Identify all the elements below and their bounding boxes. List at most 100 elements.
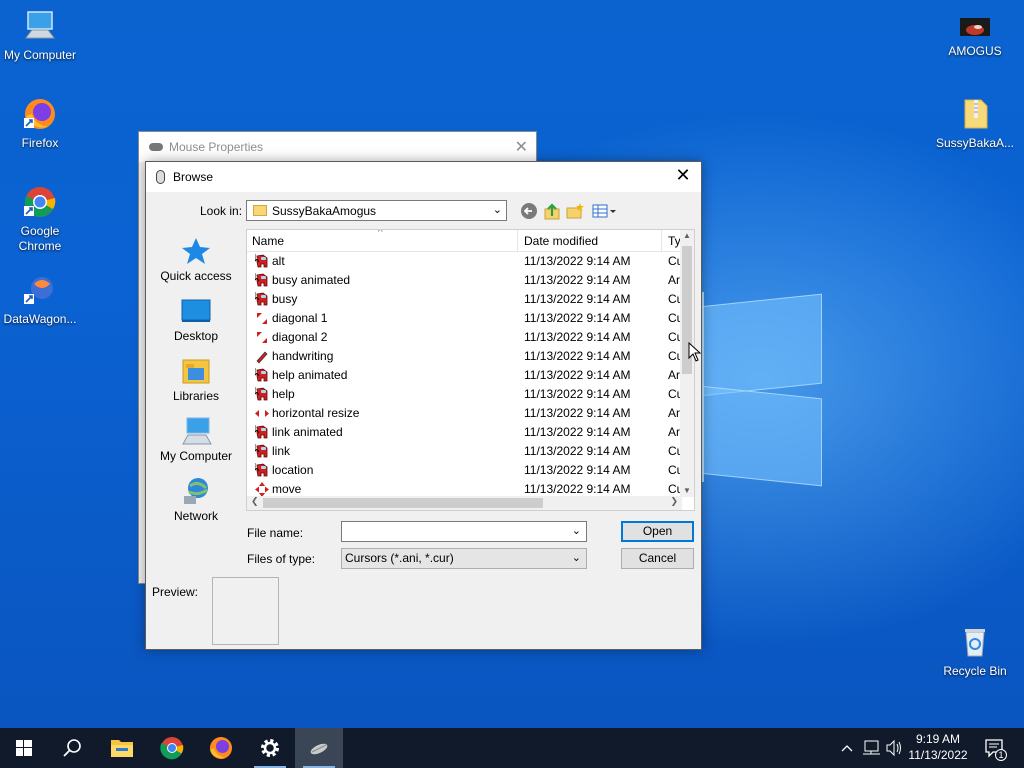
file-date: 11/13/2022 9:14 AM (524, 406, 631, 420)
column-header-name[interactable]: Name (252, 234, 284, 248)
desktop-icon-recycle-bin[interactable]: Recycle Bin (935, 624, 1015, 679)
place-label: Network (173, 509, 218, 523)
network-tray-button[interactable] (860, 728, 882, 768)
recycle-bin-icon (957, 624, 993, 660)
up-folder-button[interactable] (543, 202, 561, 220)
search-button[interactable] (48, 728, 96, 768)
file-name: location (272, 463, 314, 477)
mouse-properties-titlebar[interactable]: Mouse Properties ✕ (139, 132, 536, 162)
file-date: 11/13/2022 9:14 AM (524, 292, 631, 306)
file-list[interactable]: Name ^ Date modified Ty alt 11/13/2022 9:… (246, 229, 695, 511)
file-name: diagonal 2 (272, 330, 328, 344)
preview-pane (212, 577, 279, 645)
notification-badge: 1 (995, 749, 1007, 761)
place-my-computer[interactable]: My Computer (152, 416, 240, 463)
place-libraries[interactable]: Libraries (152, 356, 240, 403)
file-name-input[interactable]: ⌄ (341, 521, 587, 542)
desktop-icon (180, 296, 212, 326)
amogus-cursor-icon (254, 368, 269, 383)
file-row[interactable]: busy animated 11/13/2022 9:14 AM Ar (247, 271, 682, 290)
mouse-properties-taskbar-button[interactable] (295, 728, 343, 768)
scroll-left-icon[interactable]: ❮ (251, 496, 259, 507)
wallpaper-logo-pane (700, 385, 822, 487)
desktop-icon-label: AMOGUS (948, 44, 1002, 58)
view-menu-button[interactable] (592, 202, 618, 220)
amogus-cursor-icon (254, 425, 269, 440)
scroll-up-icon[interactable]: ▲ (683, 231, 691, 240)
desktop-icon-chrome[interactable]: Google Chrome (0, 184, 80, 254)
chevron-down-icon[interactable]: ⌄ (572, 522, 581, 541)
file-name: alt (272, 254, 285, 268)
firefox-taskbar-button[interactable] (197, 728, 245, 768)
gear-icon (261, 739, 279, 757)
file-row[interactable]: handwriting 11/13/2022 9:14 AM Cu (247, 347, 683, 366)
mouse-properties-title: Mouse Properties (169, 140, 264, 154)
desktop-icon-label: SussyBakaA... (935, 136, 1015, 150)
column-header-date[interactable]: Date modified (524, 234, 598, 248)
place-label: Quick access (160, 269, 232, 283)
file-row[interactable]: diagonal 1 11/13/2022 9:14 AM Cu (247, 309, 683, 328)
speaker-icon (886, 739, 901, 757)
settings-taskbar-button[interactable] (246, 728, 294, 768)
column-header-type[interactable]: Ty (668, 234, 681, 248)
horizontal-resize-icon (255, 406, 269, 421)
file-row[interactable]: help 11/13/2022 9:14 AM Cu (247, 385, 683, 404)
volume-tray-button[interactable] (883, 728, 905, 768)
windows-logo-icon (16, 740, 32, 756)
show-hidden-icons-button[interactable] (838, 728, 856, 768)
back-button[interactable] (520, 202, 538, 220)
file-row[interactable]: horizontal resize 11/13/2022 9:14 AM Ar (247, 404, 682, 423)
file-row[interactable]: link 11/13/2022 9:14 AM Cu (247, 442, 683, 461)
file-row[interactable]: diagonal 2 11/13/2022 9:14 AM Cu (247, 328, 683, 347)
browse-titlebar[interactable]: Browse ✕ (146, 162, 701, 192)
desktop-icon-sussy-folder[interactable]: SussyBakaA... (935, 96, 1015, 151)
clock-date: 11/13/2022 (908, 748, 968, 762)
file-row[interactable]: location 11/13/2022 9:14 AM Cu (247, 461, 683, 480)
place-quick-access[interactable]: Quick access (152, 236, 240, 283)
file-date: 11/13/2022 9:14 AM (524, 349, 631, 363)
vertical-scrollbar[interactable]: ▲ ▼ (680, 230, 694, 497)
new-folder-button[interactable] (566, 202, 584, 220)
desktop-icon-amogus[interactable]: AMOGUS (935, 12, 1015, 59)
diagonal-resize-icon (255, 311, 269, 326)
action-center-button[interactable]: 1 (982, 728, 1007, 768)
file-row[interactable]: busy 11/13/2022 9:14 AM Cu (247, 290, 683, 309)
pen-icon (255, 349, 269, 364)
start-button[interactable] (0, 728, 48, 768)
scroll-right-icon[interactable]: ❯ (670, 496, 678, 507)
look-in-label: Look in: (200, 204, 243, 218)
place-network[interactable]: Network (152, 476, 240, 523)
scroll-down-icon[interactable]: ▼ (683, 486, 691, 495)
file-row[interactable]: alt 11/13/2022 9:14 AM Cu (247, 252, 683, 271)
amogus-image-icon (957, 12, 993, 40)
file-name-label: File name: (247, 526, 304, 540)
taskbar-clock[interactable]: 9:19 AM 11/13/2022 (906, 731, 970, 763)
file-row[interactable]: help animated 11/13/2022 9:14 AM Ar (247, 366, 682, 385)
file-name: horizontal resize (272, 406, 360, 420)
amogus-cursor-icon (254, 463, 269, 478)
network-tray-icon (863, 740, 880, 755)
file-date: 11/13/2022 9:14 AM (524, 368, 631, 382)
horizontal-scrollbar[interactable]: ❮ ❯ (247, 496, 682, 510)
look-in-value: SussyBakaAmogus (272, 203, 377, 218)
mouse-properties-close-button[interactable]: ✕ (515, 137, 528, 157)
horizontal-scroll-thumb[interactable] (263, 498, 543, 508)
file-row[interactable]: link animated 11/13/2022 9:14 AM Ar (247, 423, 682, 442)
place-label: Libraries (172, 389, 220, 403)
cancel-button[interactable]: Cancel (621, 548, 694, 569)
place-desktop[interactable]: Desktop (152, 296, 240, 343)
desktop-icon-firefox[interactable]: Firefox (0, 96, 80, 151)
network-icon (180, 476, 212, 506)
file-explorer-button[interactable] (98, 728, 146, 768)
open-button[interactable]: Open (621, 521, 694, 542)
chrome-taskbar-button[interactable] (148, 728, 196, 768)
desktop-icon-datawagon[interactable]: DataWagon... (0, 272, 80, 327)
look-in-dropdown[interactable]: SussyBakaAmogus ⌄ (246, 200, 507, 221)
desktop-icon-label: Firefox (21, 136, 59, 150)
amogus-cursor-icon (254, 444, 269, 459)
file-name: handwriting (272, 349, 334, 363)
browse-close-button[interactable]: ✕ (673, 165, 693, 186)
desktop-icon-my-computer[interactable]: My Computer (0, 8, 80, 63)
file-type: Ar (668, 406, 680, 420)
files-of-type-dropdown[interactable]: Cursors (*.ani, *.cur) ⌄ (341, 548, 587, 569)
